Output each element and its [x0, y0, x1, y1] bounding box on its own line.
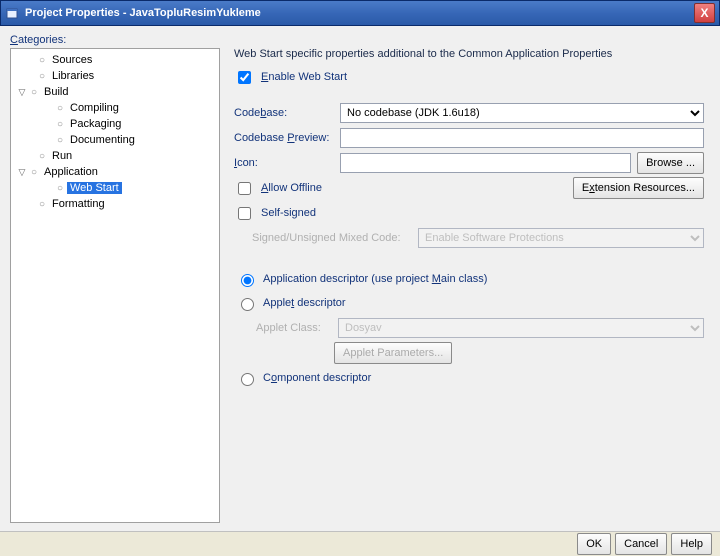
applet-class-select: Dosyav — [338, 318, 704, 338]
mixed-code-label: Signed/Unsigned Mixed Code: — [252, 232, 412, 244]
expand-toggle-icon[interactable]: ▽ — [17, 87, 27, 98]
applet-class-label: Applet Class: — [256, 322, 332, 334]
app-icon — [5, 6, 19, 20]
applet-parameters-button: Applet Parameters... — [334, 342, 452, 364]
window-title: Project Properties - JavaTopluResimYukle… — [25, 7, 694, 19]
applet-descriptor-radio[interactable] — [241, 298, 254, 311]
tree-application[interactable]: ▽○Application — [11, 164, 219, 180]
tree-label: Run — [49, 150, 75, 162]
enable-webstart-label: Enable Web Start — [261, 71, 347, 83]
browse-button[interactable]: Browse ... — [637, 152, 704, 174]
cancel-button[interactable]: Cancel — [615, 533, 667, 555]
categories-label: Categories: — [10, 34, 710, 46]
tree-bullet-icon: ○ — [27, 87, 41, 98]
mixed-code-select: Enable Software Protections — [418, 228, 704, 248]
tree-bullet-icon: ○ — [53, 119, 67, 130]
ok-button[interactable]: OK — [577, 533, 611, 555]
allow-offline-checkbox[interactable] — [238, 182, 251, 195]
intro-text: Web Start specific properties additional… — [234, 48, 704, 60]
app-descriptor-radio[interactable] — [241, 274, 254, 287]
tree-build[interactable]: ▽○Build — [11, 84, 219, 100]
enable-webstart-checkbox[interactable] — [238, 71, 251, 84]
tree-compiling[interactable]: ○Compiling — [11, 100, 219, 116]
component-descriptor-label: Component descriptor — [263, 372, 371, 384]
applet-descriptor-label: Applet descriptor — [263, 297, 346, 309]
tree-formatting[interactable]: ○Formatting — [11, 196, 219, 212]
tree-bullet-icon: ○ — [35, 199, 49, 210]
tree-label: Web Start — [67, 182, 122, 194]
tree-label: Sources — [49, 54, 95, 66]
dialog-button-bar: OK Cancel Help — [0, 531, 720, 556]
tree-packaging[interactable]: ○Packaging — [11, 116, 219, 132]
tree-webstart[interactable]: ○Web Start — [11, 180, 219, 196]
tree-bullet-icon: ○ — [35, 71, 49, 82]
help-button[interactable]: Help — [671, 533, 712, 555]
tree-bullet-icon: ○ — [27, 167, 41, 178]
title-bar: Project Properties - JavaTopluResimYukle… — [0, 0, 720, 26]
tree-label: Documenting — [67, 134, 138, 146]
component-descriptor-radio[interactable] — [241, 373, 254, 386]
codebase-select[interactable]: No codebase (JDK 1.6u18) — [340, 103, 704, 123]
expand-toggle-icon[interactable]: ▽ — [17, 167, 27, 178]
tree-bullet-icon: ○ — [35, 55, 49, 66]
codebase-label: Codebase: — [234, 107, 334, 119]
tree-label: Compiling — [67, 102, 122, 114]
self-signed-label: Self-signed — [261, 207, 316, 219]
tree-libraries[interactable]: ○Libraries — [11, 68, 219, 84]
tree-documenting[interactable]: ○Documenting — [11, 132, 219, 148]
icon-input[interactable] — [340, 153, 631, 173]
tree-bullet-icon: ○ — [53, 103, 67, 114]
tree-bullet-icon: ○ — [53, 135, 67, 146]
form-panel: Web Start specific properties additional… — [228, 48, 710, 523]
tree-bullet-icon: ○ — [35, 151, 49, 162]
tree-bullet-icon: ○ — [53, 183, 67, 194]
tree-label: Packaging — [67, 118, 124, 130]
extension-resources-button[interactable]: Extension Resources... — [573, 177, 704, 199]
icon-label: Icon: — [234, 157, 334, 169]
tree-label: Libraries — [49, 70, 97, 82]
codebase-preview-input[interactable] — [340, 128, 704, 148]
close-button[interactable]: X — [694, 3, 715, 23]
app-descriptor-label: Application descriptor (use project Main… — [263, 273, 487, 285]
allow-offline-label: Allow Offline — [261, 182, 567, 194]
codebase-preview-label: Codebase Preview: — [234, 132, 334, 144]
tree-label: Build — [41, 86, 71, 98]
tree-run[interactable]: ○Run — [11, 148, 219, 164]
categories-tree[interactable]: ○Sources○Libraries▽○Build○Compiling○Pack… — [10, 48, 220, 523]
tree-sources[interactable]: ○Sources — [11, 52, 219, 68]
self-signed-checkbox[interactable] — [238, 207, 251, 220]
tree-label: Formatting — [49, 198, 108, 210]
tree-label: Application — [41, 166, 101, 178]
